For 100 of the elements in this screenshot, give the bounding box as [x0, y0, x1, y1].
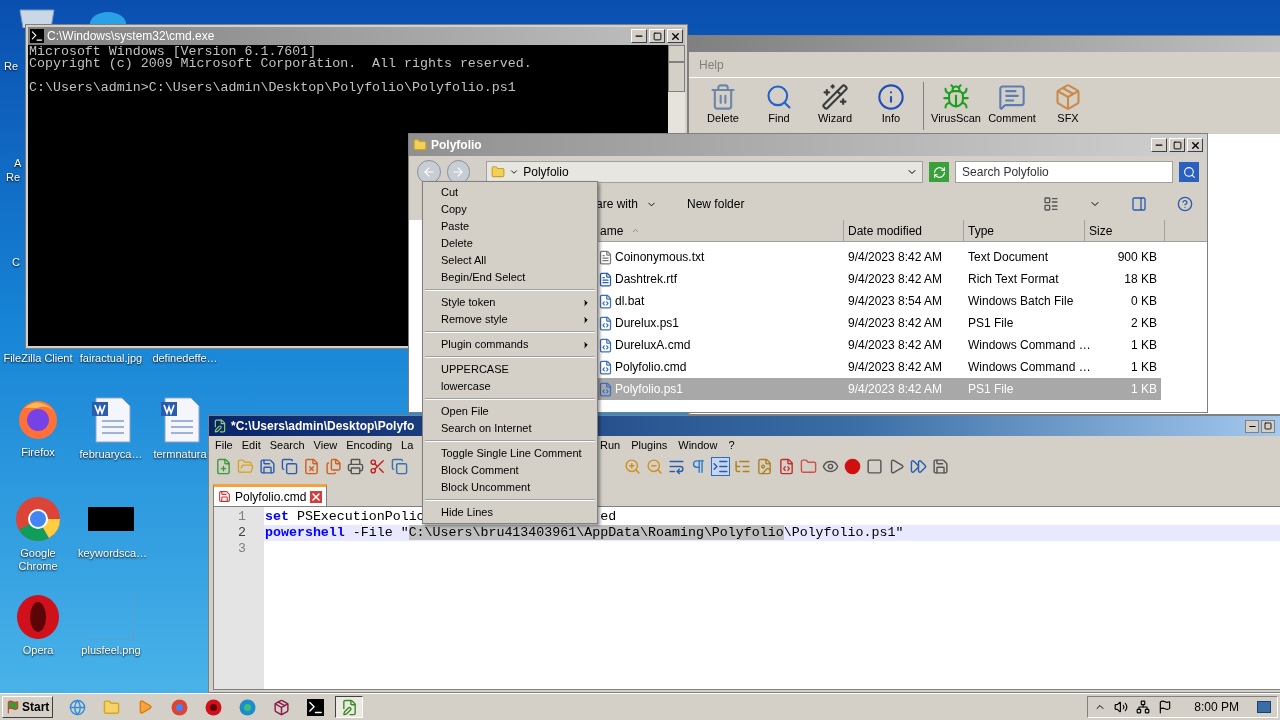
close-icon: [1189, 139, 1201, 151]
desktop-icon-label[interactable]: Re: [4, 58, 19, 75]
menu-item[interactable]: Edit: [241, 436, 261, 454]
close-file-icon[interactable]: [303, 457, 320, 475]
search-button[interactable]: [1179, 162, 1199, 182]
menu-item[interactable]: lowercase: [423, 378, 597, 395]
minimize-button[interactable]: [1245, 419, 1259, 433]
table-cell-text: 18 KB: [1123, 271, 1158, 288]
menu-item[interactable]: Cut: [423, 184, 597, 201]
start-button[interactable]: Start: [2, 696, 54, 718]
code-file-icon[interactable]: [778, 457, 795, 475]
menu-item[interactable]: Plugin commands: [423, 336, 597, 353]
menu-item[interactable]: View: [313, 436, 338, 454]
toolbar-button[interactable]: Find: [753, 83, 805, 124]
toolbar-button[interactable]: Info: [865, 83, 917, 124]
menu-item[interactable]: Select All: [423, 252, 597, 269]
toolbar-button[interactable]: Delete: [697, 83, 749, 124]
menu-item[interactable]: Toggle Single Line Comment: [423, 445, 597, 462]
scissors-icon[interactable]: [369, 457, 386, 475]
desktop-icon-label[interactable]: A: [14, 155, 22, 172]
speaker-icon[interactable]: [1114, 700, 1129, 714]
script-file-icon: [598, 381, 613, 397]
close-icon[interactable]: [310, 490, 323, 503]
address-bar[interactable]: Polyfolio: [486, 161, 924, 183]
refresh-button[interactable]: [929, 162, 950, 182]
menu-item[interactable]: La: [401, 436, 414, 454]
menu-item[interactable]: Window: [678, 436, 718, 454]
search-field[interactable]: Search Polyfolio: [955, 161, 1174, 183]
desktop-icon-label[interactable]: FileZilla Client: [0, 350, 76, 367]
save-macro-icon[interactable]: [932, 457, 949, 475]
toolbar-button[interactable]: Comment: [986, 83, 1038, 124]
toolbar-button[interactable]: SFX: [1042, 83, 1094, 124]
menu-item[interactable]: Search on Internet: [423, 420, 597, 437]
toolbar-button[interactable]: Wizard: [809, 83, 861, 124]
menu-item[interactable]: File: [215, 436, 233, 454]
save-all-icon[interactable]: [281, 457, 298, 475]
file-row[interactable]: Durelux.ps1 9/4/2023 8:42 AM PS1 File 2 KB: [596, 312, 1161, 334]
menu-item[interactable]: Begin/End Select: [423, 269, 597, 286]
flag-icon[interactable]: [1158, 700, 1173, 714]
desktop-icon-label[interactable]: fairactual.jpg: [73, 350, 149, 367]
file-row[interactable]: Polyfolio.cmd 9/4/2023 8:42 AM Windows Command … 1 KB: [596, 356, 1161, 378]
table-cell-text: 9/4/2023 8:42 AM: [847, 271, 944, 288]
menu-item[interactable]: Encoding: [346, 436, 393, 454]
image-file-icon[interactable]: [756, 457, 773, 475]
menu-item[interactable]: Remove style: [423, 311, 597, 328]
menu-item[interactable]: Paste: [423, 218, 597, 235]
desktop-icon-label[interactable]: Re: [6, 169, 21, 186]
back-button[interactable]: [417, 160, 441, 184]
menu-item[interactable]: UPPERCASE: [423, 361, 597, 378]
menu-item[interactable]: Hide Lines: [423, 504, 597, 521]
maximize-icon: [1264, 422, 1272, 430]
package-icon: [1054, 83, 1082, 111]
desktop-icon-label[interactable]: C: [12, 254, 20, 271]
comment-icon: [998, 83, 1026, 111]
close-button[interactable]: [667, 29, 683, 43]
menu-item[interactable]: Copy: [423, 201, 597, 218]
file-row[interactable]: Dashtrek.rtf 9/4/2023 8:42 AM Rich Text Format 18 KB: [596, 268, 1161, 290]
menu-item[interactable]: Search: [269, 436, 305, 454]
menu-item[interactable]: Plugins: [631, 436, 668, 454]
clock[interactable]: 8:00 PM: [1194, 698, 1239, 716]
forward-button[interactable]: [446, 160, 471, 184]
fast-forward-icon[interactable]: [910, 457, 927, 475]
preview-pane-icon[interactable]: [1131, 196, 1147, 212]
stop-icon[interactable]: [866, 457, 883, 475]
table-cell-text: 9/4/2023 8:54 AM: [847, 293, 944, 310]
menu-item[interactable]: Block Comment: [423, 462, 597, 479]
desktop-icon-label[interactable]: definedeffe…: [147, 350, 223, 367]
new-file-icon[interactable]: [215, 457, 232, 475]
record-icon[interactable]: [844, 457, 861, 475]
taskbar-button[interactable]: [335, 696, 364, 718]
view-icon[interactable]: [1043, 196, 1059, 212]
close-button[interactable]: [1187, 138, 1203, 152]
window-title: *C:\Users\admin\Desktop\Polyfo: [231, 418, 415, 435]
help-icon[interactable]: [1177, 196, 1193, 212]
file-name: DureluxA.cmd: [615, 337, 691, 354]
column-header[interactable]: Type: [964, 220, 1085, 241]
network-icon[interactable]: [1136, 700, 1151, 714]
maximize-button[interactable]: [1261, 419, 1275, 433]
print-icon[interactable]: [347, 457, 364, 475]
indent-guide-icon[interactable]: [712, 457, 729, 475]
file-row[interactable]: DureluxA.cmd 9/4/2023 8:42 AM Windows Command … 1 KB: [596, 334, 1161, 356]
play-icon[interactable]: [888, 457, 905, 475]
menu-item[interactable]: Block Uncomment: [423, 479, 597, 496]
menu-item[interactable]: Delete: [423, 235, 597, 252]
file-row[interactable]: dl.bat 9/4/2023 8:54 AM Windows Batch File 0 KB: [596, 290, 1161, 312]
column-header[interactable]: Size: [1085, 220, 1165, 241]
toolbar-button[interactable]: VirusScan: [930, 83, 982, 124]
menu-item[interactable]: Open File: [423, 403, 597, 420]
toolbar-button[interactable]: New folder: [687, 195, 745, 213]
pilcrow-icon[interactable]: [690, 457, 707, 475]
menu-item[interactable]: Run: [600, 436, 621, 454]
column-header[interactable]: Date modified: [844, 220, 964, 241]
close-all-icon[interactable]: [325, 457, 342, 475]
folder-icon[interactable]: [800, 457, 817, 475]
save-icon[interactable]: [259, 457, 276, 475]
editor-tab[interactable]: Polyfolio.cmd: [213, 484, 328, 506]
copy-icon[interactable]: [391, 457, 408, 475]
file-row[interactable]: Coinonymous.txt 9/4/2023 8:42 AM Text Document 900 KB: [596, 246, 1161, 268]
menu-item[interactable]: ?: [728, 436, 735, 454]
menu-item[interactable]: Style token: [423, 294, 597, 311]
